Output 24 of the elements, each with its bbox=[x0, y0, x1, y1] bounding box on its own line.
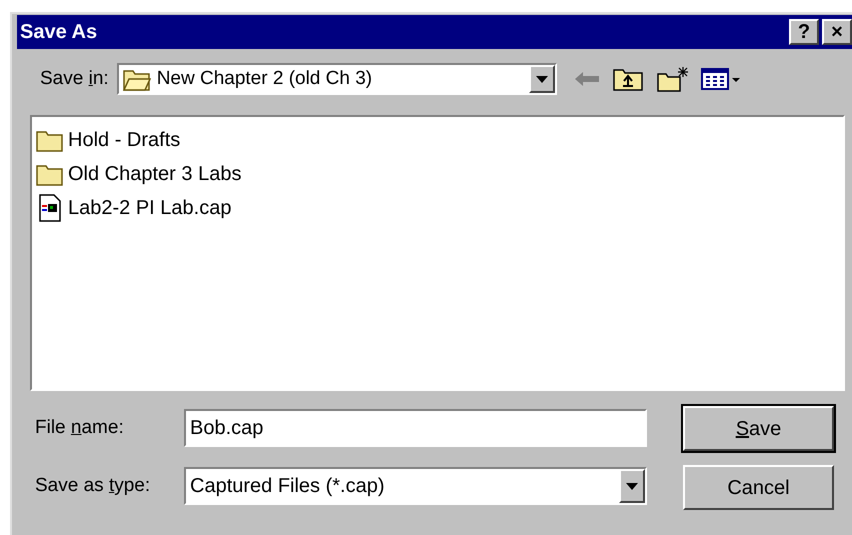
window-title: Save As bbox=[20, 20, 98, 45]
view-menu-icon[interactable] bbox=[700, 67, 741, 91]
save-button[interactable]: Save bbox=[683, 406, 834, 451]
dropdown-value: New Chapter 2 (old Ch 3) bbox=[156, 66, 374, 91]
up-folder-icon[interactable] bbox=[612, 67, 643, 91]
file-list-item[interactable]: Old Chapter 3 Labs bbox=[34, 157, 843, 191]
file-icon bbox=[38, 194, 62, 222]
save-as-type-dropdown[interactable]: Captured Files (*.cap) bbox=[184, 467, 647, 505]
dropdown-button[interactable] bbox=[528, 65, 555, 93]
close-button[interactable]: × bbox=[822, 19, 852, 45]
file-name-label: File name: bbox=[35, 416, 125, 440]
file-list-item[interactable]: Lab2-2 PI Lab.cap bbox=[34, 191, 843, 225]
new-folder-icon[interactable] bbox=[656, 66, 689, 92]
save-in-label: Save in: bbox=[40, 66, 109, 91]
save-as-type-label: Save as type: bbox=[35, 474, 152, 498]
file-list-item[interactable]: Hold - Drafts bbox=[34, 123, 843, 157]
caret-icon bbox=[626, 482, 638, 490]
cancel-button[interactable]: Cancel bbox=[683, 465, 834, 510]
dropdown-value: Captured Files (*.cap) bbox=[189, 474, 386, 499]
dropdown-button[interactable] bbox=[619, 469, 645, 503]
file-name-field[interactable]: Bob.cap bbox=[184, 409, 647, 447]
caret-icon bbox=[536, 76, 548, 82]
save-in-dropdown[interactable]: New Chapter 2 (old Ch 3) bbox=[116, 63, 557, 95]
help-button[interactable]: ? bbox=[789, 19, 819, 45]
